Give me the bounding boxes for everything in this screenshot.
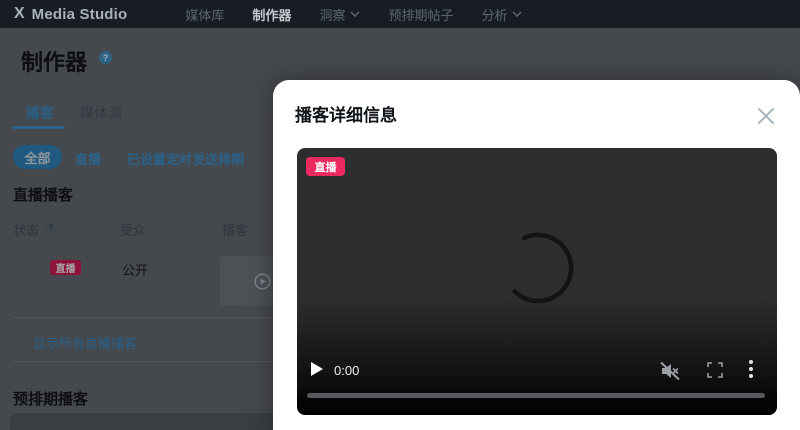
nav-item-scheduled-posts[interactable]: 预排期帖子 — [388, 5, 453, 24]
tab-podcasts[interactable]: 播客 — [26, 103, 54, 123]
brand-name: Media Studio — [31, 5, 128, 23]
video-player[interactable]: 直播 0:00 — [297, 148, 777, 415]
nav-item-analytics[interactable]: 分析 — [481, 5, 523, 24]
modal-title: 播客详细信息 — [295, 106, 397, 125]
x-logo-icon: X — [14, 5, 25, 22]
audience-value: 公开 — [122, 263, 149, 278]
live-podcasts-heading: 直播播客 — [13, 187, 74, 204]
top-nav: X Media Studio 媒体库 制作器 洞察 预排期帖子 分析 — [0, 0, 800, 28]
show-all-live-podcasts-link[interactable]: 显示所有直播播客 — [33, 333, 137, 352]
chevron-down-icon — [512, 11, 523, 17]
nav-item-label: 洞察 — [319, 7, 346, 23]
page-title: 制作器 — [21, 50, 88, 75]
fullscreen-icon[interactable] — [707, 362, 723, 378]
play-circle-icon — [254, 273, 271, 290]
close-icon[interactable] — [757, 107, 775, 125]
column-header-audience: 受众 — [120, 223, 147, 238]
live-badge: 直播 — [306, 157, 345, 176]
nav-item-label: 分析 — [481, 7, 508, 23]
nav-item-insights[interactable]: 洞察 — [319, 5, 360, 24]
play-button-icon[interactable] — [310, 361, 324, 377]
loading-spinner-icon — [512, 232, 574, 304]
scheduled-podcasts-heading: 预排期播客 — [13, 391, 89, 408]
info-icon[interactable]: ? — [99, 51, 112, 64]
app-root: X Media Studio 媒体库 制作器 洞察 预排期帖子 分析 制作器 ?… — [0, 0, 800, 430]
nav-items: 媒体库 制作器 洞察 预排期帖子 分析 — [185, 5, 523, 24]
video-time: 0:00 — [334, 363, 360, 378]
nav-item-label: 制作器 — [252, 7, 292, 23]
filter-all[interactable]: 全部 — [13, 145, 62, 169]
podcast-details-modal: 播客详细信息 直播 0:00 — [273, 80, 800, 430]
active-tab-underline — [12, 126, 65, 129]
status-info-icon[interactable]: ? — [45, 221, 57, 233]
live-status-badge: 直播 — [50, 260, 81, 275]
filter-scheduled[interactable]: 已设置定时发送排期 — [127, 149, 244, 168]
column-header-status: 状态 — [13, 223, 40, 238]
x-media-studio-logo[interactable]: X Media Studio — [14, 5, 127, 23]
tab-media-sources[interactable]: 媒体源 — [80, 103, 122, 123]
filter-live[interactable]: 直播 — [75, 149, 101, 168]
more-options-icon[interactable] — [748, 359, 754, 379]
nav-item-label: 预排期帖子 — [388, 7, 454, 23]
nav-item-media-library[interactable]: 媒体库 — [185, 5, 224, 24]
column-header-podcast: 播客 — [222, 223, 249, 238]
chevron-down-icon — [350, 11, 360, 17]
volume-muted-icon[interactable] — [659, 361, 681, 381]
nav-item-label: 媒体库 — [185, 7, 225, 23]
nav-item-producer[interactable]: 制作器 — [252, 5, 291, 24]
video-progress-bar[interactable] — [307, 393, 765, 398]
